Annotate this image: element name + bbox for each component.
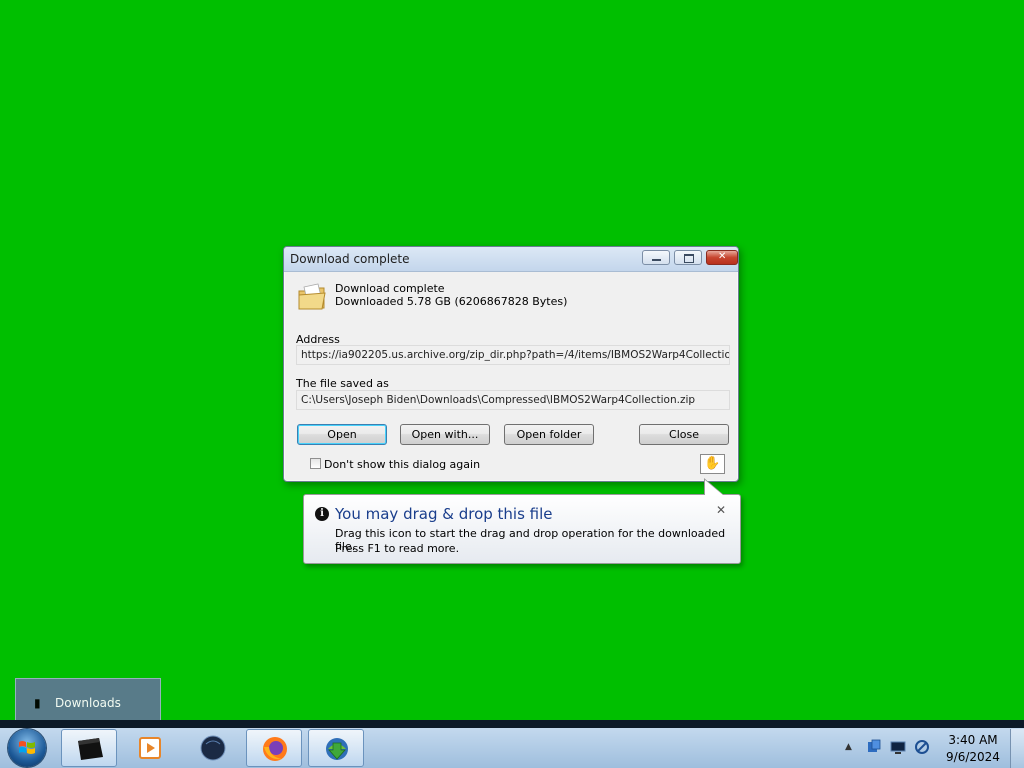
open-with-button[interactable]: Open with... — [400, 424, 490, 445]
taskbar-item-internet-download-manager[interactable] — [308, 729, 364, 767]
drag-drop-balloon-tooltip: i You may drag & drop this file Drag thi… — [303, 494, 741, 564]
maximize-button[interactable] — [674, 250, 702, 265]
clock-time[interactable]: 3:40 AM — [938, 733, 1008, 747]
black-window-icon — [78, 738, 103, 760]
media-player-icon — [139, 737, 161, 759]
windows-logo-icon — [19, 741, 35, 754]
download-status-title: Download complete — [335, 282, 445, 295]
taskbar-item-firefox[interactable] — [246, 729, 302, 767]
network-icon[interactable] — [866, 739, 882, 755]
saved-as-label: The file saved as — [296, 377, 389, 390]
dialog-titlebar[interactable]: Download complete — [284, 247, 738, 272]
clock-date[interactable]: 9/6/2024 — [938, 750, 1008, 764]
taskbar-thumbnail-downloads[interactable]: ▮ Downloads — [15, 678, 161, 726]
open-button[interactable]: Open — [297, 424, 387, 445]
taskbar-item-downloads-window[interactable] — [61, 729, 117, 767]
balloon-close-icon[interactable]: ✕ — [716, 503, 726, 517]
downloads-window-icon: ▮ — [34, 696, 41, 710]
close-window-button[interactable] — [706, 250, 738, 265]
dont-show-again-label[interactable]: Don't show this dialog again — [324, 458, 480, 471]
close-button[interactable]: Close — [639, 424, 729, 445]
taskbar-item-media-player[interactable] — [122, 729, 178, 767]
start-button[interactable] — [8, 729, 46, 767]
balloon-title: You may drag & drop this file — [335, 505, 553, 523]
info-icon: i — [315, 507, 329, 521]
download-size-text: Downloaded 5.78 GB (6206867828 Bytes) — [335, 295, 568, 308]
minimize-button[interactable] — [642, 250, 670, 265]
volume-icon[interactable] — [914, 739, 930, 755]
download-complete-dialog: Download complete Download complete Down… — [283, 246, 739, 482]
open-folder-button[interactable]: Open folder — [504, 424, 594, 445]
thumbnail-label: Downloads — [55, 696, 121, 710]
taskbar-item-globe[interactable] — [185, 729, 241, 767]
show-hidden-icons-arrow[interactable]: ▲ — [845, 742, 852, 752]
dialog-title: Download complete — [290, 252, 410, 266]
show-desktop-button[interactable] — [1010, 729, 1024, 768]
address-field[interactable]: https://ia902205.us.archive.org/zip_dir.… — [296, 345, 730, 365]
dont-show-again-checkbox[interactable] — [310, 458, 321, 469]
drag-drop-hand-icon[interactable]: ✋ — [700, 454, 725, 474]
internet-download-manager-icon — [326, 738, 348, 760]
globe-icon — [200, 735, 226, 761]
folder-file-icon — [298, 283, 326, 310]
saved-path-field[interactable]: C:\Users\Joseph Biden\Downloads\Compress… — [296, 390, 730, 410]
taskbar-top-edge — [0, 720, 1024, 728]
monitor-icon[interactable] — [890, 739, 906, 755]
balloon-tail-inner — [705, 480, 723, 495]
firefox-icon — [263, 737, 287, 761]
balloon-text-line2: Press F1 to read more. — [335, 542, 460, 555]
